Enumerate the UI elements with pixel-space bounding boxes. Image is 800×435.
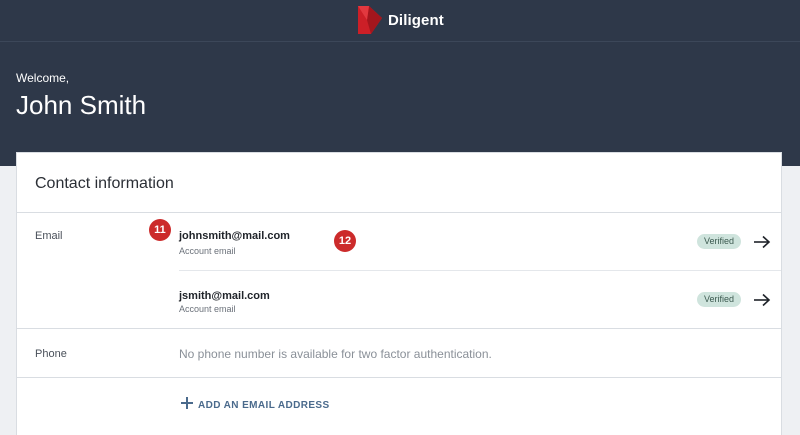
divider bbox=[17, 328, 781, 329]
add-email-label: ADD AN EMAIL ADDRESS bbox=[198, 400, 330, 411]
brand[interactable]: Diligent bbox=[358, 6, 444, 34]
arrow-right-icon[interactable] bbox=[753, 235, 771, 249]
diligent-logo-icon bbox=[358, 6, 382, 34]
email-label: Email bbox=[35, 230, 63, 242]
arrow-right-icon[interactable] bbox=[753, 293, 771, 307]
annotation-marker: 11 bbox=[149, 219, 171, 241]
phone-empty-message: No phone number is available for two fac… bbox=[179, 347, 492, 361]
email-address: jsmith@mail.com bbox=[179, 290, 270, 302]
welcome-greeting: Welcome, bbox=[16, 71, 70, 85]
card-title: Contact information bbox=[35, 175, 174, 192]
divider bbox=[17, 377, 781, 378]
verified-badge: Verified bbox=[697, 292, 741, 307]
plus-icon bbox=[180, 396, 194, 415]
brand-name: Diligent bbox=[388, 11, 444, 29]
user-name: John Smith bbox=[16, 90, 147, 120]
contact-information-card: Contact information Email johnsmith@mail… bbox=[16, 152, 782, 435]
verified-badge: Verified bbox=[697, 234, 741, 249]
email-description: Account email bbox=[179, 304, 236, 314]
divider bbox=[17, 212, 781, 213]
add-email-button[interactable]: ADD AN EMAIL ADDRESS bbox=[180, 396, 330, 415]
email-description: Account email bbox=[179, 246, 236, 256]
row-divider bbox=[179, 270, 781, 271]
phone-label: Phone bbox=[35, 348, 67, 360]
header-banner: Diligent Welcome, John Smith bbox=[0, 0, 800, 166]
annotation-marker: 12 bbox=[334, 230, 356, 252]
top-bar: Diligent bbox=[0, 0, 800, 42]
email-address: johnsmith@mail.com bbox=[179, 230, 290, 242]
